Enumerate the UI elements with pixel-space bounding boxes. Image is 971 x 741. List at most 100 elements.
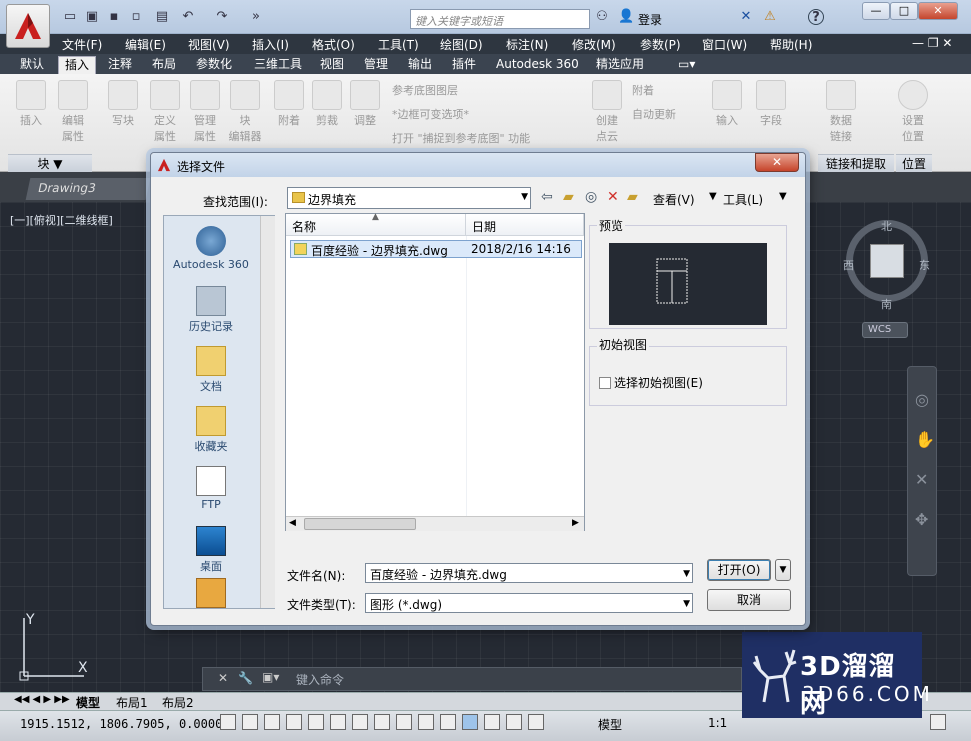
menu-format[interactable]: 格式(O) [312, 36, 355, 53]
wcs-menu[interactable]: WCS [862, 322, 908, 338]
redo-icon[interactable]: ↷ [214, 9, 230, 25]
place-history[interactable]: 历史记录 [164, 286, 258, 334]
field-icon[interactable] [756, 80, 786, 110]
a360-icon[interactable]: ⚠ [762, 9, 778, 25]
insert-block-icon[interactable] [16, 80, 46, 110]
more-tools-icon[interactable]: » [248, 9, 264, 25]
tab-parametric[interactable]: 参数化 [190, 56, 238, 74]
tab-default[interactable]: 默认 [14, 56, 50, 74]
checkbox-box[interactable] [599, 377, 611, 389]
undo-icon[interactable]: ↶ [180, 9, 196, 25]
menu-view[interactable]: 视图(V) [188, 36, 230, 53]
tab-3d-tools[interactable]: 三维工具 [248, 56, 308, 74]
search-web-icon[interactable]: ◎ [585, 189, 597, 205]
look-in-dropdown[interactable]: 边界填充 ▼ [287, 187, 531, 209]
ribbon-underlay-layers[interactable]: 参考底图图层 [392, 82, 458, 98]
binoculars-icon[interactable]: ⚇ [594, 9, 610, 25]
clip-icon[interactable] [312, 80, 342, 110]
layout-tab-2[interactable]: 布局2 [162, 694, 194, 711]
menu-tools[interactable]: 工具(T) [378, 36, 419, 53]
minimize-button[interactable]: — [862, 2, 890, 20]
views-dropdown-icon[interactable]: ▼ [709, 191, 717, 202]
menu-dimension[interactable]: 标注(N) [506, 36, 548, 53]
panel-label-block[interactable]: 块 ▼ [8, 154, 92, 172]
horizontal-scrollbar[interactable]: ◀ ▶ [286, 516, 584, 531]
ribbon-attach[interactable]: 附着 [269, 112, 309, 128]
viewport-controls[interactable]: [一][俯视][二维线框] [10, 212, 113, 228]
ribbon-insert[interactable]: 插入 [11, 112, 51, 128]
tab-layout[interactable]: 布局 [146, 56, 182, 74]
dyn-icon[interactable] [418, 714, 434, 730]
data-link-icon[interactable] [826, 80, 856, 110]
open-options-dropdown[interactable]: ▼ [775, 559, 791, 581]
ribbon-create-point-cloud[interactable]: 创建 点云 [587, 112, 627, 144]
lineweight-icon[interactable] [440, 714, 456, 730]
menu-file[interactable]: 文件(F) [62, 36, 102, 53]
ribbon-clip[interactable]: 剪裁 [307, 112, 347, 128]
otrack-icon[interactable] [374, 714, 390, 730]
write-block-icon[interactable] [108, 80, 138, 110]
file-row[interactable]: 百度经验 - 边界填充.dwg 2018/2/16 14:16 [290, 240, 582, 258]
column-date[interactable]: 日期 [466, 214, 584, 236]
block-editor-icon[interactable] [230, 80, 260, 110]
command-line[interactable] [202, 667, 742, 691]
create-point-cloud-icon[interactable] [592, 80, 622, 110]
polar-icon[interactable] [308, 714, 324, 730]
import-icon[interactable] [712, 80, 742, 110]
annotation-monitor-icon[interactable] [528, 714, 544, 730]
selection-cycling-icon[interactable] [506, 714, 522, 730]
place-documents[interactable]: 文档 [164, 346, 258, 394]
file-list[interactable]: 名称 ▲ 日期 百度经验 - 边界填充.dwg 2018/2/16 14:16 … [285, 212, 585, 531]
menu-parameter[interactable]: 参数(P) [640, 36, 681, 53]
doc-window-controls[interactable]: — ❐ ✕ [912, 36, 952, 50]
place-ftp[interactable]: FTP [164, 466, 258, 511]
layout-tab-model[interactable]: 模型 [76, 694, 100, 711]
print-icon[interactable]: ▤ [154, 9, 170, 25]
save-as-icon[interactable]: ▫ [128, 9, 144, 25]
new-file-icon[interactable]: ▭ [62, 9, 78, 25]
chevron-down-icon[interactable]: ▼ [683, 569, 690, 579]
chevron-down-icon[interactable]: ▼ [683, 599, 690, 609]
ribbon-options-icon[interactable]: ▭▾ [672, 56, 701, 74]
help-icon[interactable]: ? [808, 9, 824, 25]
menu-insert[interactable]: 插入(I) [252, 36, 289, 53]
delete-icon[interactable]: ✕ [607, 189, 619, 205]
places-scrollbar[interactable] [260, 216, 275, 608]
document-tab-drawing3[interactable]: Drawing3 [25, 178, 151, 200]
ribbon-block-editor[interactable]: 块 编辑器 [225, 112, 265, 144]
clean-screen-icon[interactable] [930, 714, 946, 730]
tab-manage[interactable]: 管理 [358, 56, 394, 74]
place-favorites[interactable]: 收藏夹 [164, 406, 258, 454]
adjust-icon[interactable] [350, 80, 380, 110]
menu-draw[interactable]: 绘图(D) [440, 36, 483, 53]
snap-icon[interactable] [242, 714, 258, 730]
coordinates-readout[interactable]: 1915.1512, 1806.7905, 0.0000 [20, 717, 222, 731]
define-attribute-icon[interactable] [150, 80, 180, 110]
exchange-icon[interactable]: ✕ [738, 9, 754, 25]
up-folder-icon[interactable]: ▰ [563, 189, 574, 205]
cancel-button[interactable]: 取消 [707, 589, 791, 611]
ribbon-manage-attribute[interactable]: 管理 属性 [185, 112, 225, 144]
customize-cmd-icon[interactable]: 🔧 [238, 671, 253, 685]
login-link[interactable]: 登录 [638, 11, 662, 28]
dialog-close-button[interactable]: ✕ [755, 153, 799, 172]
set-location-icon[interactable] [898, 80, 928, 110]
tab-output[interactable]: 输出 [402, 56, 438, 74]
ribbon-set-location[interactable]: 设置 位置 [893, 112, 933, 144]
place-autodesk-360[interactable]: Autodesk 360 [164, 226, 258, 271]
scroll-thumb[interactable] [304, 518, 416, 530]
tab-annotate[interactable]: 注释 [102, 56, 138, 74]
application-menu-button[interactable] [6, 4, 50, 48]
menu-window[interactable]: 窗口(W) [702, 36, 747, 53]
ribbon-data-link[interactable]: 数据 链接 [821, 112, 861, 144]
place-more[interactable] [164, 578, 258, 610]
file-type-select[interactable]: 图形 (*.dwg) ▼ [365, 593, 693, 613]
3d-osnap-icon[interactable] [352, 714, 368, 730]
attach-icon[interactable] [274, 80, 304, 110]
close-cmd-icon[interactable]: ✕ [218, 671, 228, 685]
tools-dropdown-icon[interactable]: ▼ [779, 191, 787, 202]
select-initial-view-checkbox[interactable]: 选择初始视图(E) [599, 374, 703, 391]
tab-view[interactable]: 视图 [314, 56, 350, 74]
command-input[interactable]: 键入命令 [296, 671, 344, 688]
save-icon[interactable]: ▪ [106, 9, 122, 25]
